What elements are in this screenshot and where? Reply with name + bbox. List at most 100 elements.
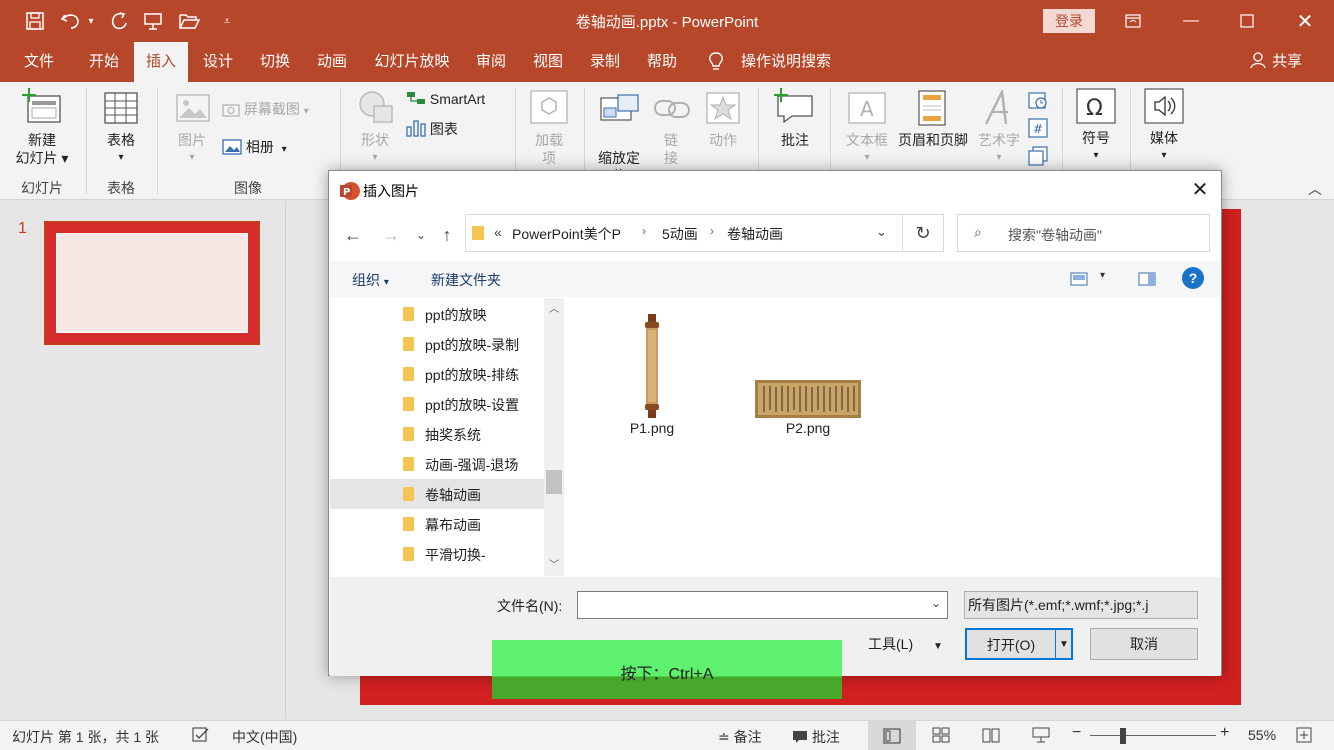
cancel-button[interactable]: 取消 bbox=[1090, 628, 1198, 660]
link-button[interactable]: 链 接 bbox=[654, 131, 688, 167]
filetype-select[interactable]: 所有图片(*.emf;*.wmf;*.jpg;*.j bbox=[964, 591, 1198, 619]
reading-view-icon[interactable] bbox=[982, 727, 1000, 746]
tree-scrollbar[interactable]: ︿ ﹀ bbox=[544, 298, 564, 576]
zoom-in-icon[interactable]: + bbox=[1220, 724, 1229, 742]
tree-folder[interactable]: 幕布动画 bbox=[330, 509, 544, 539]
tree-folder[interactable]: ppt的放映-排练 bbox=[330, 359, 544, 389]
recent-locations-icon[interactable]: ⌄ bbox=[409, 223, 433, 247]
chart-button[interactable]: 图表 bbox=[406, 119, 458, 138]
scroll-down-icon[interactable]: ﹀ bbox=[549, 556, 559, 571]
view-dropdown-icon[interactable]: ▾ bbox=[1100, 270, 1105, 281]
breadcrumb-item[interactable]: 5动画 bbox=[662, 224, 698, 244]
header-footer-button[interactable]: 页眉和页脚 bbox=[894, 131, 972, 149]
tell-me-search[interactable]: 操作说明搜索 bbox=[738, 42, 834, 82]
textbox-button[interactable]: 文本框 ▾ bbox=[842, 131, 892, 167]
new-folder-button[interactable]: 新建文件夹 bbox=[431, 270, 501, 290]
new-slide-button[interactable]: 新建 幻灯片 ▾ bbox=[10, 131, 74, 167]
symbols-button[interactable]: 符号 ▾ bbox=[1072, 129, 1120, 165]
collapse-ribbon-icon[interactable]: ︿ bbox=[1306, 180, 1324, 198]
login-button[interactable]: 登录 bbox=[1043, 9, 1095, 33]
table-button[interactable]: 表格 ▾ bbox=[96, 131, 146, 167]
slide-sorter-icon[interactable] bbox=[932, 727, 950, 746]
notes-button[interactable]: ≐ 备注 bbox=[718, 727, 762, 747]
album-icon bbox=[222, 139, 246, 155]
tree-folder[interactable]: ppt的放映-录制 bbox=[330, 329, 544, 359]
breadcrumb-separator-icon[interactable]: › bbox=[642, 224, 646, 238]
comments-button[interactable]: 批注 bbox=[792, 727, 840, 747]
file-item[interactable]: P1.png bbox=[609, 312, 695, 436]
language-status[interactable]: 中文(中国) bbox=[232, 727, 297, 747]
normal-view-button[interactable] bbox=[868, 721, 916, 750]
open-button[interactable]: 打开(O) ▼ bbox=[965, 628, 1073, 660]
slide-number-icon[interactable]: # bbox=[1028, 118, 1048, 141]
tree-folder[interactable]: 平滑切换- bbox=[330, 539, 544, 569]
addins-button[interactable]: 加载 项 bbox=[526, 131, 572, 167]
tab-home[interactable]: 开始 bbox=[78, 42, 130, 82]
breadcrumb-item[interactable]: 卷轴动画 bbox=[727, 224, 783, 244]
smartart-button[interactable]: SmartArt bbox=[406, 90, 485, 108]
view-options-icon[interactable] bbox=[1070, 272, 1088, 289]
tab-design[interactable]: 设计 bbox=[192, 42, 244, 82]
tab-slideshow[interactable]: 幻灯片放映 bbox=[368, 42, 456, 82]
zoom-level[interactable]: 55% bbox=[1248, 727, 1276, 743]
tab-insert[interactable]: 插入 bbox=[134, 42, 188, 82]
scroll-up-icon[interactable]: ︿ bbox=[549, 300, 559, 315]
forward-arrow-icon[interactable]: → bbox=[379, 223, 403, 247]
tab-file[interactable]: 文件 bbox=[14, 42, 64, 82]
ribbon-display-icon[interactable] bbox=[1118, 6, 1148, 36]
tab-transitions[interactable]: 切换 bbox=[249, 42, 301, 82]
media-button[interactable]: 媒体 ▾ bbox=[1140, 129, 1188, 165]
wordart-button[interactable]: 艺术字 ▾ bbox=[974, 131, 1024, 167]
slide-thumbnail[interactable] bbox=[44, 221, 260, 345]
link-icon bbox=[654, 96, 690, 125]
action-button[interactable]: 动作 bbox=[702, 131, 744, 149]
symbols-label: 符号 bbox=[1082, 130, 1110, 146]
shapes-button[interactable]: 形状 ▾ bbox=[352, 131, 398, 167]
breadcrumb-overflow[interactable]: « bbox=[494, 224, 502, 240]
close-icon[interactable]: ✕ bbox=[1290, 6, 1320, 36]
tab-record[interactable]: 录制 bbox=[579, 42, 631, 82]
comment-button[interactable]: 批注 bbox=[770, 131, 820, 149]
tab-help[interactable]: 帮助 bbox=[636, 42, 688, 82]
address-dropdown-icon[interactable]: ⌄ bbox=[876, 224, 887, 240]
organize-button[interactable]: 组织 ▾ bbox=[352, 270, 389, 290]
tree-folder[interactable]: ppt的放映 bbox=[330, 299, 544, 329]
file-item[interactable]: P2.png bbox=[753, 312, 863, 436]
zoom-slider-thumb[interactable] bbox=[1120, 728, 1126, 744]
search-box[interactable]: ⌕ 搜索"卷轴动画" bbox=[957, 214, 1210, 252]
tools-button[interactable]: 工具(L) ▼ bbox=[868, 634, 943, 654]
open-dropdown-icon[interactable]: ▼ bbox=[1057, 630, 1071, 660]
zoom-slider[interactable] bbox=[1090, 735, 1216, 736]
preview-pane-icon[interactable] bbox=[1138, 272, 1156, 289]
help-icon[interactable]: ? bbox=[1182, 267, 1204, 289]
up-arrow-icon[interactable]: ↑ bbox=[435, 223, 459, 247]
tree-folder-selected[interactable]: 卷轴动画 bbox=[330, 479, 544, 509]
breadcrumb-separator-icon[interactable]: › bbox=[710, 224, 714, 238]
scroll-thumb[interactable] bbox=[546, 470, 562, 494]
accessibility-icon[interactable] bbox=[192, 727, 210, 746]
filename-dropdown-icon[interactable]: ⌄ bbox=[931, 596, 941, 610]
minimize-icon[interactable]: — bbox=[1176, 6, 1206, 36]
share-button[interactable]: 共享 bbox=[1250, 42, 1302, 82]
tab-animations[interactable]: 动画 bbox=[306, 42, 358, 82]
screenshot-button[interactable]: 屏幕截图 ▾ bbox=[222, 100, 309, 121]
tree-folder[interactable]: ppt的放映-设置 bbox=[330, 389, 544, 419]
tab-view[interactable]: 视图 bbox=[522, 42, 574, 82]
zoom-out-icon[interactable]: − bbox=[1072, 724, 1081, 742]
slideshow-icon[interactable] bbox=[1032, 727, 1050, 746]
refresh-icon[interactable]: ↻ bbox=[902, 214, 944, 252]
dialog-close-icon[interactable]: ✕ bbox=[1187, 177, 1213, 203]
date-time-icon[interactable] bbox=[1028, 90, 1048, 113]
object-icon[interactable] bbox=[1028, 146, 1048, 169]
back-arrow-icon[interactable]: ← bbox=[341, 223, 365, 247]
breadcrumb-item[interactable]: PowerPoint美个P bbox=[512, 224, 621, 244]
filename-input[interactable]: ⌄ bbox=[577, 591, 948, 619]
address-bar[interactable]: « PowerPoint美个P › 5动画 › 卷轴动画 ⌄ bbox=[465, 214, 944, 252]
tree-folder[interactable]: 动画-强调-退场 bbox=[330, 449, 544, 479]
fit-slide-icon[interactable] bbox=[1296, 727, 1312, 746]
picture-button[interactable]: 图片 ▾ bbox=[170, 131, 214, 167]
album-button[interactable]: 相册 ▾ bbox=[222, 138, 287, 159]
tree-folder[interactable]: 抽奖系统 bbox=[330, 419, 544, 449]
maximize-icon[interactable] bbox=[1232, 6, 1262, 36]
tab-review[interactable]: 审阅 bbox=[465, 42, 517, 82]
